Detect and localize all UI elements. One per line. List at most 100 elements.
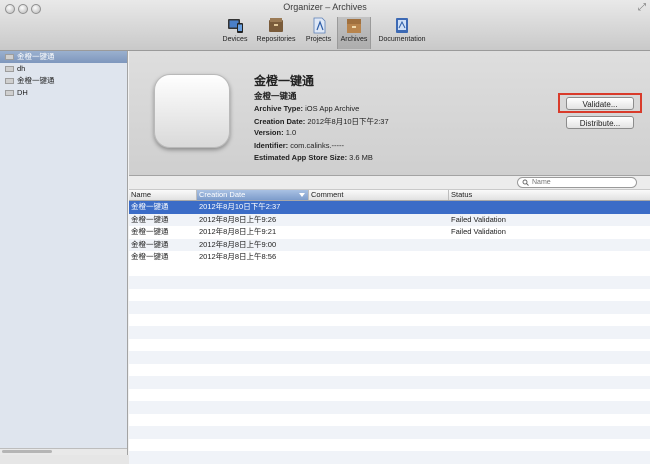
toolbar: Organizer – Archives ⤢ Devices Repositor… bbox=[0, 0, 650, 51]
table-header: Name Creation Date Comment Status bbox=[129, 190, 650, 201]
table-row[interactable]: 金橙一键通 2012年8月8日上午9:21 Failed Validation bbox=[129, 226, 650, 239]
sidebar-item-label: 金橙一键通 bbox=[17, 76, 55, 85]
archive-detail-pane: 金橙一键通 金橙一键通 Archive Type: iOS App Archiv… bbox=[129, 51, 650, 176]
empty-row bbox=[129, 264, 650, 277]
app-doc-icon bbox=[5, 54, 14, 60]
table-row[interactable]: 金橙一键通 2012年8月10日下午2:37 bbox=[129, 201, 650, 214]
window-title: Organizer – Archives bbox=[283, 2, 367, 12]
archives-table-area: Name Creation Date Comment Status 金橙一键通 … bbox=[129, 176, 650, 464]
tab-repositories[interactable]: Repositories bbox=[252, 17, 300, 49]
column-header-label: Creation Date bbox=[199, 190, 246, 199]
sidebar-item-label: dh bbox=[17, 64, 26, 73]
documentation-icon bbox=[396, 18, 408, 33]
sidebar-item-archive[interactable]: 金橙一键通 bbox=[0, 75, 127, 87]
archive-sidebar: 金橙一键通 dh 金橙一键通 DH bbox=[0, 51, 128, 455]
creation-date-label: Creation Date: bbox=[254, 117, 306, 126]
tab-label: Documentation bbox=[378, 36, 426, 43]
tab-label: Projects bbox=[305, 36, 332, 43]
archive-type-label: Archive Type: bbox=[254, 104, 304, 113]
table-row[interactable]: 金橙一键通 2012年8月8日上午9:00 bbox=[129, 238, 650, 251]
column-header-status[interactable]: Status bbox=[449, 190, 650, 200]
scrollbar-thumb[interactable] bbox=[2, 450, 52, 453]
app-store-size-value: 3.6 MB bbox=[349, 153, 373, 162]
empty-row bbox=[129, 401, 650, 414]
cell-name: 金橙一键通 bbox=[131, 252, 169, 261]
cell-name: 金橙一键通 bbox=[131, 202, 169, 211]
column-header-creation-date[interactable]: Creation Date bbox=[197, 190, 309, 200]
cell-creation-date: 2012年8月8日上午9:26 bbox=[199, 214, 277, 224]
sidebar-item-archive[interactable]: DH bbox=[0, 87, 127, 99]
creation-date-value: 2012年8月10日下午2:37 bbox=[307, 117, 389, 126]
distribute-button[interactable]: Distribute... bbox=[566, 116, 634, 129]
identifier-line: Identifier: com.calinks.----- bbox=[254, 141, 344, 150]
version-label: Version: bbox=[254, 128, 284, 137]
fullscreen-icon[interactable]: ⤢ bbox=[638, 2, 646, 13]
app-icon bbox=[154, 74, 230, 148]
app-store-size-line: Estimated App Store Size: 3.6 MB bbox=[254, 153, 373, 162]
tab-label: Devices bbox=[222, 36, 248, 43]
cell-creation-date: 2012年8月8日上午9:21 bbox=[199, 227, 277, 236]
empty-row-stripes bbox=[129, 264, 650, 464]
projects-icon bbox=[313, 17, 325, 34]
archive-subtitle: 金橙一键通 bbox=[254, 91, 297, 101]
table-row[interactable]: 金橙一键通 2012年8月8日上午9:26 Failed Validation bbox=[129, 213, 650, 226]
empty-row bbox=[129, 426, 650, 439]
column-header-comment[interactable]: Comment bbox=[309, 190, 449, 200]
search-bar bbox=[129, 176, 650, 190]
sidebar-item-archive[interactable]: 金橙一键通 bbox=[0, 51, 127, 63]
search-input[interactable] bbox=[532, 178, 632, 187]
identifier-value: com.calinks.----- bbox=[290, 141, 345, 150]
devices-icon bbox=[228, 19, 243, 33]
empty-row bbox=[129, 314, 650, 327]
tab-devices[interactable]: Devices bbox=[220, 17, 250, 49]
cell-status: Failed Validation bbox=[451, 214, 506, 224]
archive-type-value: iOS App Archive bbox=[305, 104, 360, 113]
tab-label: Archives bbox=[340, 36, 368, 43]
organizer-window: Organizer – Archives ⤢ Devices Repositor… bbox=[0, 0, 650, 464]
empty-row bbox=[129, 289, 650, 302]
repositories-icon bbox=[269, 18, 283, 32]
search-field[interactable] bbox=[517, 177, 637, 188]
table-row[interactable]: 金橙一键通 2012年8月8日上午8:56 bbox=[129, 251, 650, 264]
archive-name: 金橙一键通 bbox=[254, 74, 315, 88]
creation-date-line: Creation Date: 2012年8月10日下午2:37 bbox=[254, 116, 389, 127]
version-value: 1.0 bbox=[285, 128, 297, 137]
tab-archives[interactable]: Archives bbox=[337, 17, 371, 49]
cell-name: 金橙一键通 bbox=[131, 214, 169, 224]
table-body: 金橙一键通 2012年8月10日下午2:37 金橙一键通 2012年8月8日上午… bbox=[129, 201, 650, 464]
cell-name: 金橙一键通 bbox=[131, 239, 169, 249]
empty-row bbox=[129, 351, 650, 364]
identifier-label: Identifier: bbox=[254, 141, 289, 150]
app-store-size-label: Estimated App Store Size: bbox=[254, 153, 348, 162]
empty-row bbox=[129, 376, 650, 389]
empty-row bbox=[129, 451, 650, 464]
version-line: Version: 1.0 bbox=[254, 128, 296, 137]
empty-row bbox=[129, 339, 650, 352]
cell-status: Failed Validation bbox=[451, 227, 506, 236]
sidebar-scrollbar[interactable] bbox=[0, 448, 127, 455]
app-doc-icon bbox=[5, 66, 14, 72]
empty-row bbox=[129, 414, 650, 427]
tab-documentation[interactable]: Documentation bbox=[373, 17, 431, 49]
validate-button[interactable]: Validate... bbox=[566, 97, 634, 110]
sort-descending-icon bbox=[299, 193, 305, 197]
app-doc-icon bbox=[5, 90, 14, 96]
cell-creation-date: 2012年8月8日上午8:56 bbox=[199, 252, 277, 261]
column-header-name[interactable]: Name bbox=[129, 190, 197, 200]
sidebar-item-label: 金橙一键通 bbox=[17, 52, 55, 61]
empty-row bbox=[129, 364, 650, 377]
archives-icon bbox=[347, 19, 361, 33]
archive-type-line: Archive Type: iOS App Archive bbox=[254, 104, 359, 113]
cell-creation-date: 2012年8月10日下午2:37 bbox=[199, 202, 281, 211]
empty-row bbox=[129, 389, 650, 402]
empty-row bbox=[129, 326, 650, 339]
empty-row bbox=[129, 439, 650, 452]
search-icon bbox=[522, 179, 529, 186]
sidebar-item-archive[interactable]: dh bbox=[0, 63, 127, 75]
empty-row bbox=[129, 276, 650, 289]
tab-projects[interactable]: Projects bbox=[302, 17, 335, 49]
empty-row bbox=[129, 301, 650, 314]
cell-name: 金橙一键通 bbox=[131, 227, 169, 236]
sidebar-item-label: DH bbox=[17, 88, 28, 97]
cell-creation-date: 2012年8月8日上午9:00 bbox=[199, 239, 277, 249]
